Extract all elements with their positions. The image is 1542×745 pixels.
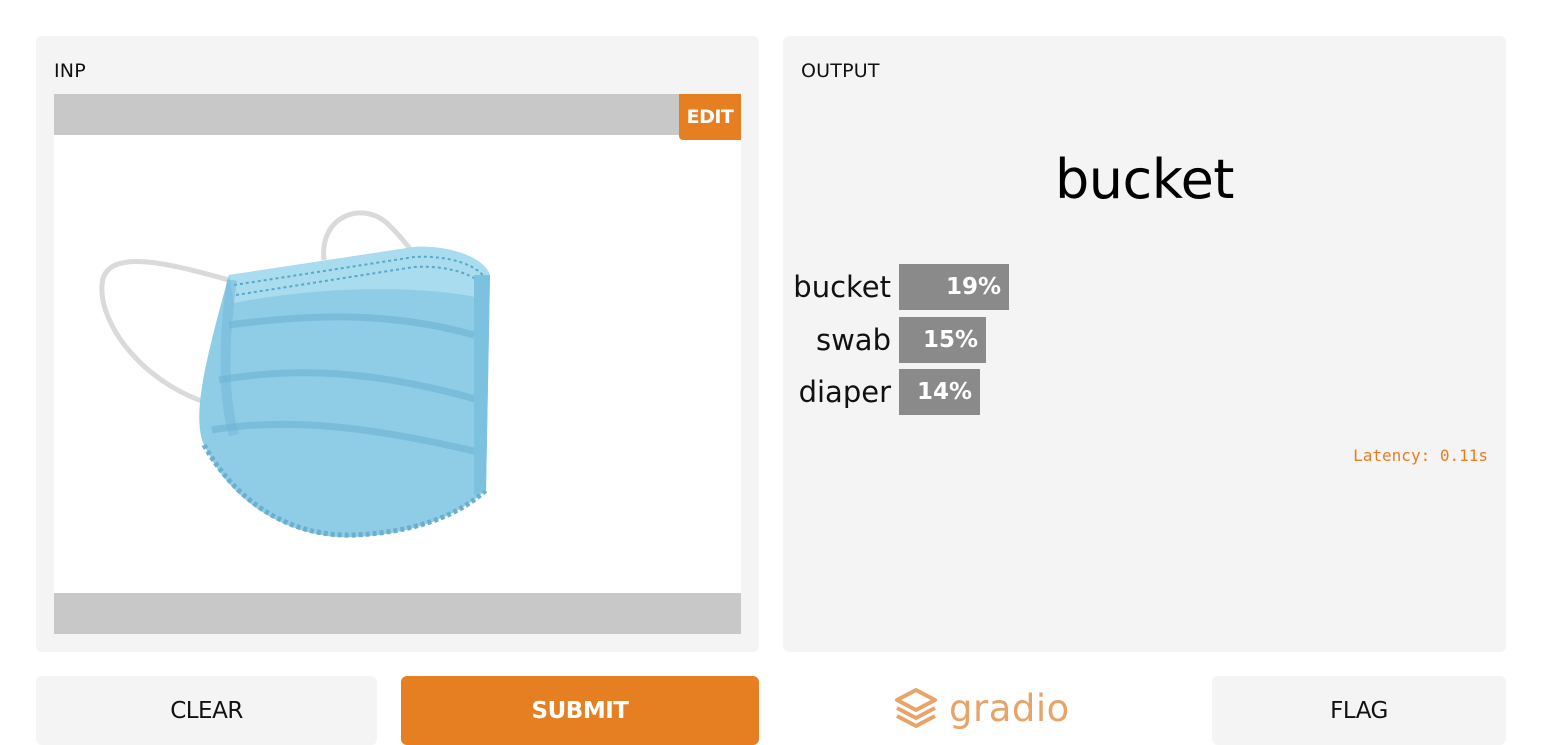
confidence-label: diaper [798, 375, 891, 409]
confidence-label: bucket [793, 270, 891, 304]
input-panel-title: INP [54, 60, 86, 82]
submit-button[interactable]: SUBMIT [401, 676, 759, 745]
gradio-logo-icon [895, 688, 937, 728]
confidence-bar: 14% [899, 369, 980, 415]
input-panel: INP EDIT [36, 36, 759, 652]
confidence-row: bucket 19% [783, 264, 1009, 310]
surgical-mask-image [99, 210, 490, 538]
latency-text: Latency: 0.11s [1353, 446, 1488, 465]
image-toolbar-bottom [54, 593, 741, 634]
clear-button[interactable]: CLEAR [36, 676, 377, 745]
confidence-row: swab 15% [783, 317, 986, 363]
output-panel: OUTPUT bucket bucket 19% swab 15% diaper… [783, 36, 1506, 652]
flag-button[interactable]: FLAG [1212, 676, 1506, 745]
gradio-logo-text: gradio [949, 686, 1070, 730]
confidence-bar: 15% [899, 317, 986, 363]
image-input[interactable]: EDIT [54, 94, 741, 634]
image-toolbar-top [54, 94, 741, 135]
confidence-row: diaper 14% [783, 369, 980, 415]
edit-button[interactable]: EDIT [679, 94, 741, 140]
output-panel-title: OUTPUT [801, 60, 880, 82]
confidence-label: swab [815, 323, 891, 357]
confidence-bar: 19% [899, 264, 1009, 310]
predicted-label: bucket [1055, 148, 1234, 211]
gradio-logo[interactable]: gradio [893, 683, 1070, 733]
